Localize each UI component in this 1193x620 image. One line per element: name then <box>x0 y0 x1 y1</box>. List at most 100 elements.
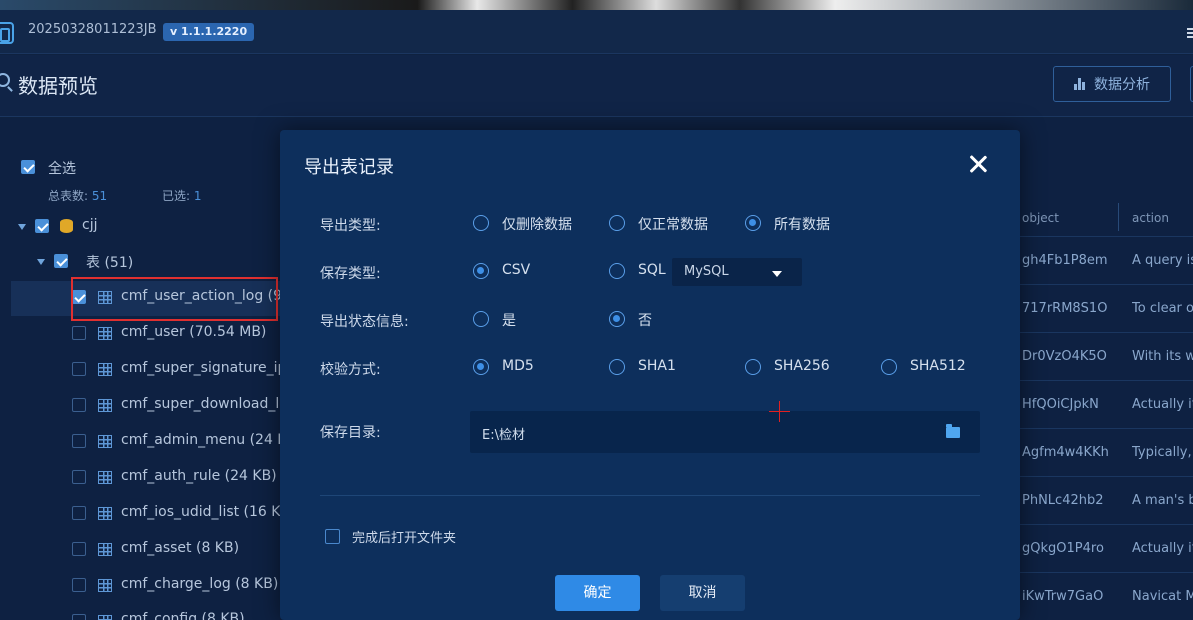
row-divider <box>1020 524 1193 525</box>
radio-sql-label[interactable]: SQL <box>638 262 666 278</box>
table-cell[interactable]: Dr0VzO4K5O <box>1022 349 1117 364</box>
table-icon <box>98 363 112 376</box>
row-divider <box>1020 236 1193 237</box>
radio-sha256[interactable] <box>745 359 761 375</box>
radio-csv-label[interactable]: CSV <box>502 262 530 278</box>
table-checkbox[interactable] <box>72 578 86 592</box>
annotation-highlight-box <box>71 277 278 321</box>
radio-deleted-only-label[interactable]: 仅删除数据 <box>502 214 572 234</box>
table-item[interactable]: cmf_config (8 KB) <box>121 611 245 620</box>
version-badge: v 1.1.1.2220 <box>163 23 255 41</box>
save-dir-value: E:\检材 <box>482 428 525 443</box>
table-checkbox[interactable] <box>72 542 86 556</box>
table-icon <box>98 327 112 340</box>
sql-dialect-value: MySQL <box>684 264 729 279</box>
radio-all-data[interactable] <box>745 215 761 231</box>
db-checkbox[interactable] <box>35 219 49 233</box>
table-cell[interactable]: gQkgO1P4ro <box>1022 541 1117 556</box>
table-checkbox[interactable] <box>72 470 86 484</box>
radio-sql[interactable] <box>609 263 625 279</box>
table-checkbox[interactable] <box>72 326 86 340</box>
table-item[interactable]: cmf_asset (8 KB) <box>121 540 239 556</box>
sql-dialect-select[interactable]: MySQL <box>672 258 802 286</box>
table-cell[interactable]: iKwTrw7GaO <box>1022 589 1117 604</box>
group-checkbox[interactable] <box>54 254 68 268</box>
folder-open-icon[interactable] <box>946 424 960 438</box>
expand-group-caret-icon[interactable] <box>37 259 45 265</box>
table-group-label[interactable]: 表 (51) <box>86 252 133 272</box>
table-icon <box>98 399 112 412</box>
table-item[interactable]: cmf_auth_rule (24 KB) <box>121 468 277 484</box>
radio-normal-only-label[interactable]: 仅正常数据 <box>638 214 708 234</box>
radio-status-no-label[interactable]: 否 <box>638 310 652 330</box>
cancel-button[interactable]: 取消 <box>660 575 745 611</box>
page-header: 数据预览 数据分析 <box>0 55 1193 117</box>
table-checkbox[interactable] <box>72 434 86 448</box>
selected-count-label: 已选: 1 <box>162 189 202 203</box>
table-item[interactable]: cmf_super_signature_ipa <box>121 360 295 376</box>
open-folder-label[interactable]: 完成后打开文件夹 <box>352 527 456 546</box>
table-item[interactable]: cmf_super_download_log <box>121 396 297 412</box>
bar-chart-icon <box>1074 78 1086 90</box>
table-cell[interactable]: 717rRM8S1O <box>1022 301 1117 316</box>
radio-sha512[interactable] <box>881 359 897 375</box>
chevron-down-icon <box>772 271 782 277</box>
table-cell[interactable]: Agfm4w4KKh <box>1022 445 1117 460</box>
table-cell[interactable]: Navicat Mc <box>1132 589 1193 604</box>
radio-md5[interactable] <box>473 359 489 375</box>
menu-icon[interactable] <box>1187 28 1193 38</box>
expand-db-caret-icon[interactable] <box>18 224 26 230</box>
table-checkbox[interactable] <box>72 614 86 620</box>
row-divider <box>1020 428 1193 429</box>
table-cell[interactable]: A man's be <box>1132 493 1193 508</box>
table-cell[interactable]: gh4Fb1P8em <box>1022 253 1117 268</box>
checksum-label: 校验方式: <box>320 362 381 378</box>
total-tables-label: 总表数: 51 <box>48 189 108 203</box>
radio-status-no[interactable] <box>609 311 625 327</box>
table-item[interactable]: cmf_user (70.54 MB) <box>121 324 266 340</box>
radio-sha1-label[interactable]: SHA1 <box>638 358 676 374</box>
export-status-label: 导出状态信息: <box>320 314 409 330</box>
table-icon <box>98 579 112 592</box>
radio-sha256-label[interactable]: SHA256 <box>774 358 830 374</box>
close-icon[interactable] <box>968 154 988 174</box>
table-cell[interactable]: A query is <box>1132 253 1193 268</box>
select-all-checkbox[interactable] <box>21 160 35 174</box>
column-header-object[interactable]: object <box>1022 211 1059 225</box>
radio-status-yes[interactable] <box>473 311 489 327</box>
table-checkbox[interactable] <box>72 506 86 520</box>
table-item[interactable]: cmf_admin_menu (24 KE <box>121 432 295 448</box>
table-cell[interactable]: Actually it <box>1132 397 1193 412</box>
table-icon <box>98 615 112 620</box>
save-dir-label: 保存目录: <box>320 425 381 441</box>
radio-md5-label[interactable]: MD5 <box>502 358 534 374</box>
column-header-action[interactable]: action <box>1132 211 1169 225</box>
save-dir-input[interactable]: E:\检材 <box>470 411 980 453</box>
app-logo-icon <box>0 22 14 44</box>
database-name[interactable]: cjj <box>82 217 97 233</box>
radio-normal-only[interactable] <box>609 215 625 231</box>
table-item[interactable]: cmf_charge_log (8 KB) <box>121 576 278 592</box>
table-cell[interactable]: Typically, it <box>1132 445 1193 460</box>
table-cell[interactable]: PhNLc42hb2 <box>1022 493 1117 508</box>
table-cell[interactable]: To clear or <box>1132 301 1193 316</box>
table-icon <box>98 507 112 520</box>
table-cell[interactable]: Actually it <box>1132 541 1193 556</box>
table-checkbox[interactable] <box>72 398 86 412</box>
table-cell[interactable]: With its we <box>1132 349 1193 364</box>
page-title: 数据预览 <box>18 74 98 98</box>
open-folder-checkbox[interactable] <box>325 529 340 544</box>
radio-all-data-label[interactable]: 所有数据 <box>774 214 830 234</box>
table-item[interactable]: cmf_ios_udid_list (16 KB <box>121 504 290 520</box>
radio-sha1[interactable] <box>609 359 625 375</box>
row-divider <box>1020 476 1193 477</box>
confirm-button[interactable]: 确定 <box>555 575 640 611</box>
radio-sha512-label[interactable]: SHA512 <box>910 358 966 374</box>
radio-csv[interactable] <box>473 263 489 279</box>
data-analysis-button[interactable]: 数据分析 <box>1053 66 1171 102</box>
row-divider <box>1020 332 1193 333</box>
radio-deleted-only[interactable] <box>473 215 489 231</box>
radio-status-yes-label[interactable]: 是 <box>502 310 516 330</box>
table-checkbox[interactable] <box>72 362 86 376</box>
table-cell[interactable]: HfQOiCJpkN <box>1022 397 1117 412</box>
